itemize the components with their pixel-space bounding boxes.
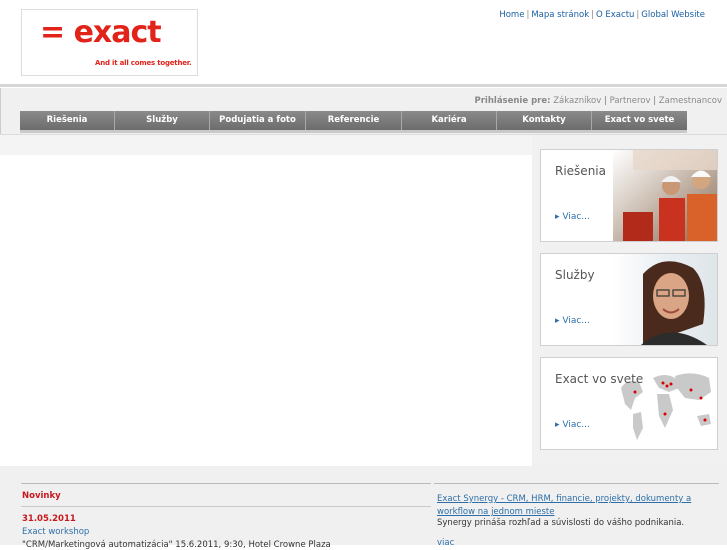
card-title: Riešenia	[555, 164, 606, 178]
nav-riesenia[interactable]: Riešenia	[20, 111, 115, 130]
toplink-sitemap[interactable]: Mapa stránok	[531, 10, 589, 20]
logo-wordmark: = exact	[40, 15, 162, 50]
promo-text: Synergy prináša rozhľad a súvislosti do …	[437, 518, 685, 528]
promo-more-link[interactable]: viac	[437, 538, 454, 548]
card-riesenia[interactable]: Riešenia ▸ Viac...	[540, 149, 718, 242]
nav-exact-vo-svete[interactable]: Exact vo svete	[592, 111, 687, 130]
top-links: Home | Mapa stránok | O Exactu | Global Websit…	[499, 10, 705, 20]
workers-photo	[613, 150, 717, 241]
card-more-link[interactable]: ▸ Viac...	[555, 316, 590, 326]
toplink-global[interactable]: Global Website	[641, 10, 705, 20]
promo-title-link[interactable]: Exact Synergy - CRM, HRM, financie, proj…	[437, 493, 697, 519]
logo[interactable]: = exact And it all comes together.	[21, 9, 198, 76]
card-exact-vo-svete[interactable]: Exact vo svete ▸ Viac...	[540, 357, 718, 450]
card-title: Exact vo svete	[555, 372, 644, 386]
login-customers[interactable]: Zákazníkov	[553, 96, 601, 106]
login-links: Prihlásenie pre: Zákazníkov | Partnerov …	[474, 96, 722, 106]
logo-tagline: And it all comes together.	[95, 59, 192, 67]
news-date: 31.05.2011	[22, 514, 76, 524]
card-more-link[interactable]: ▸ Viac...	[555, 420, 590, 430]
nav-sluzby[interactable]: Služby	[115, 111, 210, 130]
toplink-home[interactable]: Home	[499, 10, 524, 20]
nav-kontakty[interactable]: Kontakty	[497, 111, 592, 130]
login-label: Prihlásenie pre:	[474, 96, 551, 106]
woman-photo	[613, 254, 717, 345]
main-nav: Riešenia Služby Podujatia a foto Referen…	[20, 111, 687, 130]
login-employees[interactable]: Zamestnancov	[659, 96, 722, 106]
nav-referencie[interactable]: Referencie	[306, 111, 402, 130]
news-snippet: "CRM/Marketingová automatizácia" 15.6.20…	[22, 540, 331, 550]
toplink-about[interactable]: O Exactu	[596, 10, 634, 20]
card-title: Služby	[555, 268, 595, 282]
login-partners[interactable]: Partnerov	[610, 96, 651, 106]
card-more-link[interactable]: ▸ Viac...	[555, 212, 590, 222]
card-sluzby[interactable]: Služby ▸ Viac...	[540, 253, 718, 346]
news-link[interactable]: Exact workshop	[22, 527, 89, 537]
news-heading: Novinky	[22, 491, 61, 501]
nav-kariera[interactable]: Kariéra	[402, 111, 497, 130]
nav-podujatia[interactable]: Podujatia a foto	[210, 111, 306, 130]
header-divider	[0, 84, 727, 87]
